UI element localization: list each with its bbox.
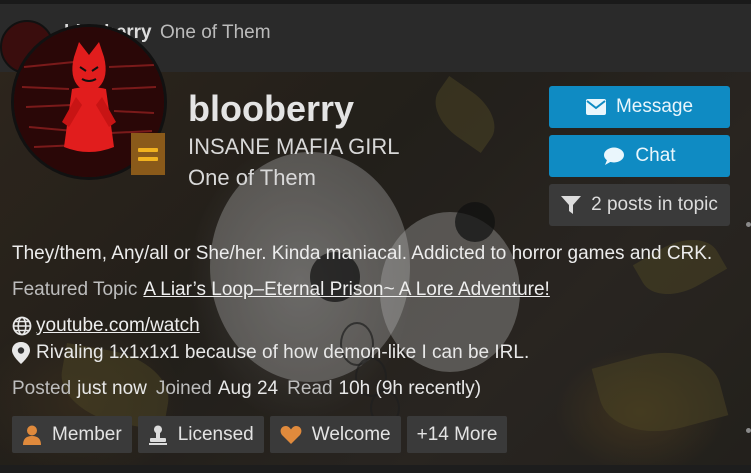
chat-button-label: Chat bbox=[635, 145, 676, 166]
posted-value[interactable]: just now bbox=[77, 378, 147, 400]
scroll-indicator bbox=[746, 222, 751, 227]
profile-subtitle: INSANE MAFIA GIRL bbox=[188, 134, 400, 159]
map-pin-icon bbox=[12, 342, 30, 364]
top-divider bbox=[0, 0, 751, 4]
filter-posts-label: 2 posts in topic bbox=[591, 194, 718, 215]
heart-icon bbox=[280, 425, 302, 444]
badge-list: Member Licensed Welcome +14 More bbox=[12, 416, 508, 453]
more-badges-button[interactable]: +14 More bbox=[406, 416, 508, 453]
more-badges-label: +14 More bbox=[416, 423, 498, 445]
message-button-label: Message bbox=[615, 96, 694, 117]
badge-label: Welcome bbox=[311, 423, 391, 445]
profile-user-title: One of Them bbox=[188, 165, 316, 190]
location-row: Rivaling 1x1x1x1 because of how demon-li… bbox=[12, 342, 529, 364]
badge-label: Member bbox=[52, 423, 122, 445]
featured-topic-label: Featured Topic bbox=[12, 279, 138, 300]
website-link[interactable]: youtube.com/watch bbox=[36, 315, 200, 337]
location-text: Rivaling 1x1x1x1 because of how demon-li… bbox=[36, 342, 530, 363]
rank-badge-icon[interactable] bbox=[131, 133, 165, 175]
website-row: youtube.com/watch bbox=[12, 315, 200, 337]
chat-button[interactable]: Chat bbox=[549, 135, 730, 177]
message-button[interactable]: Message bbox=[549, 86, 730, 128]
profile-bio: They/them, Any/all or She/her. Kinda man… bbox=[12, 243, 713, 264]
read-label: Read bbox=[287, 378, 333, 399]
joined-label: Joined bbox=[155, 378, 212, 399]
joined-value: Aug 24 bbox=[217, 378, 279, 399]
stamp-icon bbox=[148, 425, 167, 445]
badge-licensed[interactable]: Licensed bbox=[137, 416, 264, 453]
globe-icon bbox=[12, 316, 32, 336]
bottom-divider bbox=[0, 465, 751, 473]
badge-label: Licensed bbox=[177, 423, 254, 445]
badge-member[interactable]: Member bbox=[12, 416, 132, 453]
scroll-indicator bbox=[746, 428, 751, 433]
profile-username[interactable]: blooberry bbox=[188, 88, 354, 130]
envelope-icon bbox=[585, 99, 606, 115]
featured-topic-row: Featured Topic A Liar’s Loop–Eternal Pri… bbox=[12, 279, 550, 301]
filter-posts-button[interactable]: 2 posts in topic bbox=[549, 184, 730, 226]
filter-icon bbox=[561, 196, 582, 214]
posted-label: Posted bbox=[12, 378, 72, 399]
featured-topic-link[interactable]: A Liar’s Loop–Eternal Prison~ A Lore Adv… bbox=[143, 279, 550, 301]
read-value: 10h (9h recently) bbox=[338, 378, 482, 399]
chat-bubble-icon bbox=[604, 147, 625, 165]
stats-row: Posted just now Joined Aug 24 Read 10h (… bbox=[12, 378, 481, 400]
user-icon bbox=[23, 425, 41, 445]
previous-post-user-title: One of Them bbox=[160, 22, 271, 43]
badge-welcome[interactable]: Welcome bbox=[269, 416, 401, 453]
